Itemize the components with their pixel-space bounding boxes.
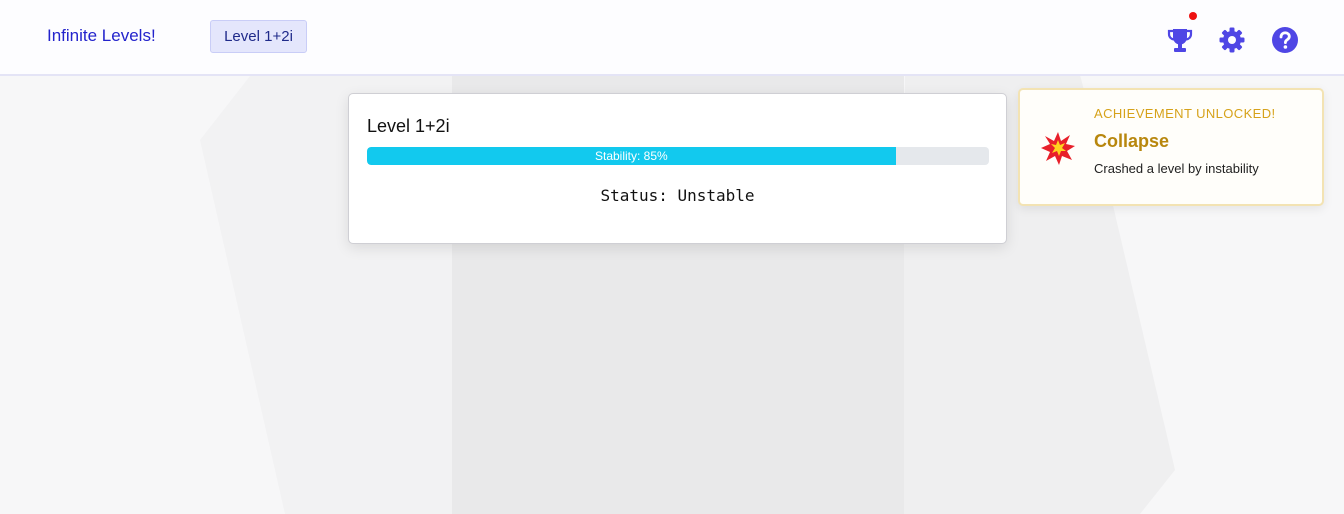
top-navbar: Infinite Levels! Level 1+2i xyxy=(0,0,1344,76)
app-root: Infinite Levels! Level 1+2i Level 1+2i S… xyxy=(0,0,1344,514)
gear-icon[interactable] xyxy=(1218,26,1246,54)
brand-link[interactable]: Infinite Levels! xyxy=(47,26,156,46)
help-icon[interactable] xyxy=(1271,26,1299,54)
background-shapes xyxy=(0,0,1344,514)
collision-icon xyxy=(1040,130,1076,166)
stability-bar: Stability: 85% xyxy=(367,147,989,165)
stability-label: Stability: 85% xyxy=(594,149,668,163)
achievement-name: Collapse xyxy=(1094,131,1170,151)
achievement-kicker: ACHIEVEMENT UNLOCKED! xyxy=(1094,106,1276,121)
current-level-chip[interactable]: Level 1+2i xyxy=(210,20,307,53)
achievement-description: Crashed a level by instability xyxy=(1094,161,1259,176)
level-card: Level 1+2i Stability: 85% Status: Unstab… xyxy=(348,93,1007,244)
trophy-icon[interactable] xyxy=(1166,26,1194,54)
level-title: Level 1+2i xyxy=(367,116,450,136)
level-status: Status: Unstable xyxy=(600,186,755,205)
achievement-toast: ACHIEVEMENT UNLOCKED! Collapse Crashed a… xyxy=(1018,88,1324,206)
notification-dot xyxy=(1189,12,1197,20)
